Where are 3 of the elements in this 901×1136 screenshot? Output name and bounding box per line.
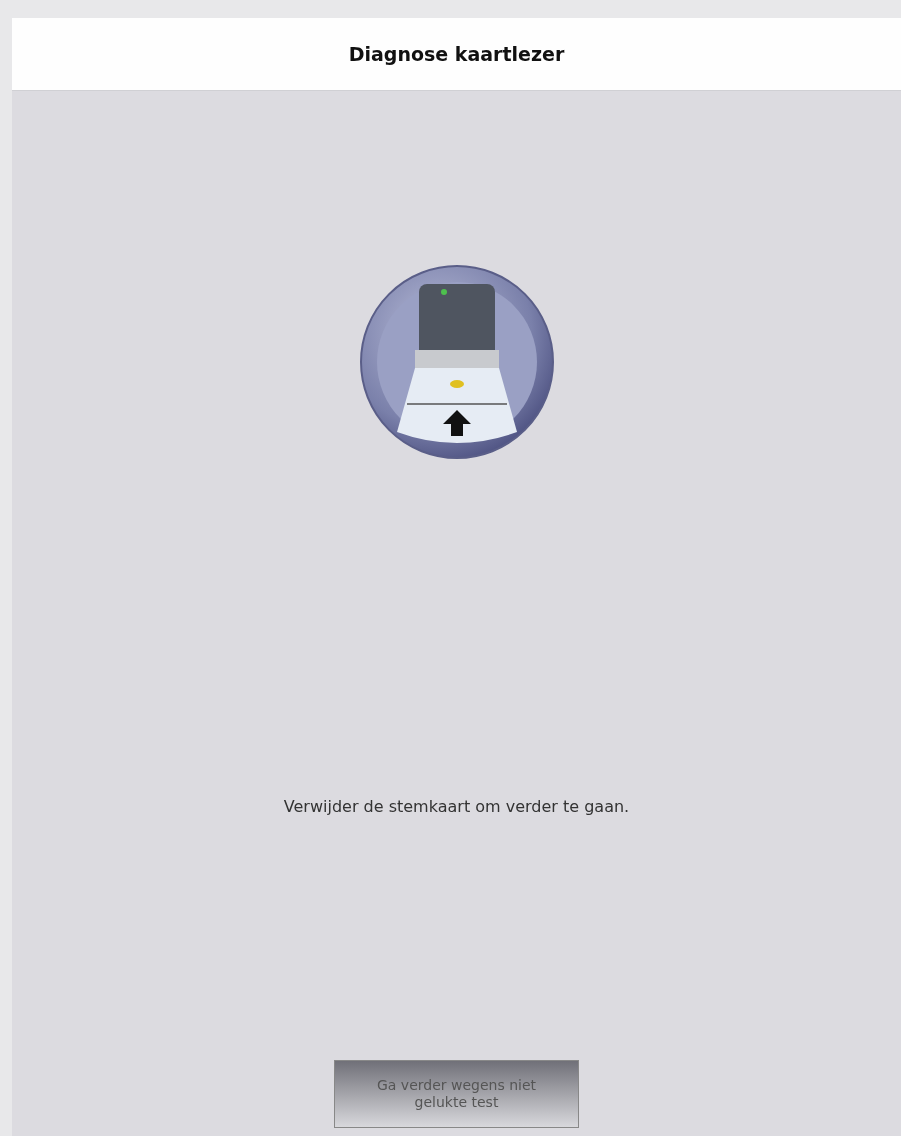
card-reader-icon	[358, 264, 555, 460]
instruction-text: Verwijder de stemkaart om verder te gaan.	[283, 797, 630, 816]
page-title: Diagnose kaartlezer	[348, 43, 565, 65]
